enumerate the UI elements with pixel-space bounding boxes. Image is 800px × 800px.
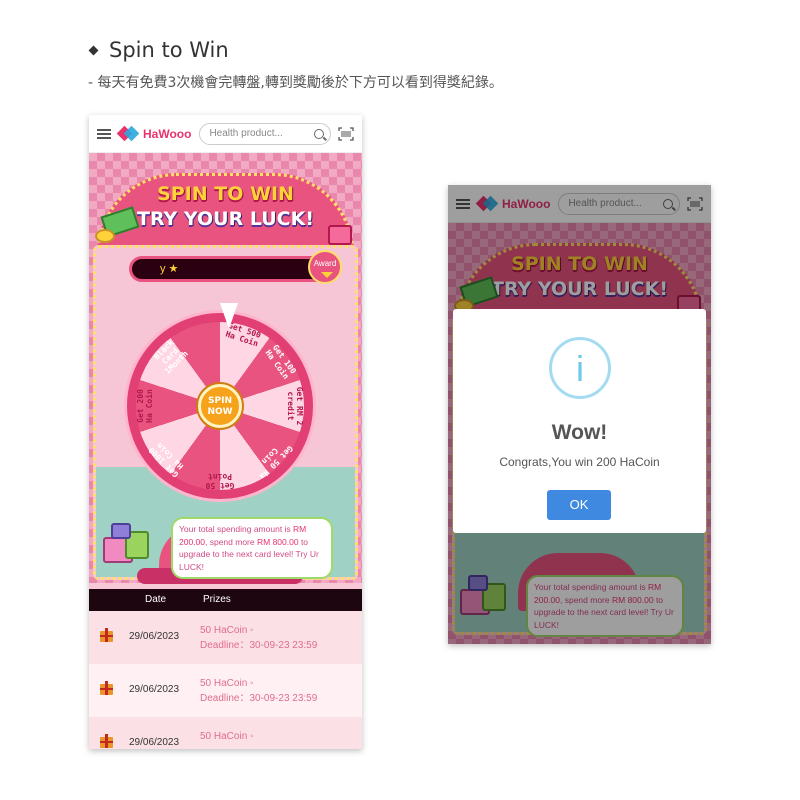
phone-screen-spin: HaWooo Health product... SPIN TO WIN TRY… — [89, 115, 362, 749]
menu-icon[interactable] — [97, 128, 111, 139]
prize-wheel: Get 500 Ha Coin Get 100 Ha Coin Get RM 2… — [127, 313, 313, 499]
dialog-message: Congrats,You win 200 HaCoin — [499, 455, 660, 469]
search-icon[interactable] — [314, 128, 324, 139]
row-prize: 50 HaCoin ◦ — [200, 625, 254, 636]
logo[interactable]: HaWooo — [116, 125, 192, 142]
gifts-icon — [103, 523, 151, 563]
gift-box-icon — [328, 225, 352, 245]
app-bar: HaWooo Health product... — [89, 115, 362, 153]
column-date: Date — [145, 594, 167, 605]
gift-icon — [100, 681, 113, 695]
gift-icon — [100, 734, 113, 748]
page-header: Spin to Win - 每天有免費3次機會完轉盤,轉到獎勵後於下方可以看到得… — [88, 38, 503, 92]
marquee-bar: y ★ — [129, 256, 338, 282]
row-date: 29/06/2023 — [129, 631, 180, 642]
win-dialog: i Wow! Congrats,You win 200 HaCoin OK — [453, 309, 706, 533]
table-row: 29/06/2023 50 HaCoin ◦ Deadline：30-09-23… — [89, 611, 362, 664]
award-button[interactable]: Award — [308, 250, 342, 284]
history-table-header: Date Prizes — [89, 589, 362, 611]
row-deadline: Deadline：30-09-23 23:59 — [200, 640, 318, 651]
ok-button[interactable]: OK — [547, 490, 611, 520]
search-input[interactable]: Health product... — [199, 122, 331, 145]
bullet-diamond-icon — [88, 45, 99, 55]
column-prizes: Prizes — [203, 594, 231, 605]
history-table: 29/06/2023 50 HaCoin ◦ Deadline：30-09-23… — [89, 611, 362, 749]
row-prize: 50 HaCoin ◦ — [200, 731, 254, 742]
row-date: 29/06/2023 — [129, 684, 180, 695]
spin-banner: SPIN TO WIN TRY YOUR LUCK! y ★ Award Get… — [89, 153, 362, 584]
dialog-title: Wow! — [551, 421, 608, 444]
phone-screen-result: HaWooo Health product... SPIN TO WIN TRY… — [448, 185, 711, 644]
row-deadline: Deadline：30-09-23 23:59 — [200, 693, 318, 704]
gift-icon — [100, 628, 113, 642]
spin-title: SPIN TO WIN — [157, 183, 294, 205]
table-row: 29/06/2023 50 HaCoin ◦ — [89, 717, 362, 749]
logo-text: HaWooo — [143, 126, 192, 141]
page-title: Spin to Win — [109, 38, 229, 62]
barcode-scan-icon[interactable] — [338, 126, 354, 141]
search-placeholder: Health product... — [209, 128, 283, 139]
wheel-pointer-icon — [220, 303, 238, 329]
table-row: 29/06/2023 50 HaCoin ◦ Deadline：30-09-23… — [89, 664, 362, 717]
spending-message: Your total spending amount is RM 200.00,… — [171, 517, 333, 579]
row-date: 29/06/2023 — [129, 737, 180, 748]
hawooo-logo-icon — [116, 125, 140, 142]
info-icon: i — [549, 337, 611, 399]
spin-now-button[interactable]: SPIN NOW — [198, 384, 242, 428]
coin-icon — [95, 229, 115, 243]
row-prize: 50 HaCoin ◦ — [200, 678, 254, 689]
page-subtitle: - 每天有免費3次機會完轉盤,轉到獎勵後於下方可以看到得獎紀錄。 — [88, 75, 503, 91]
